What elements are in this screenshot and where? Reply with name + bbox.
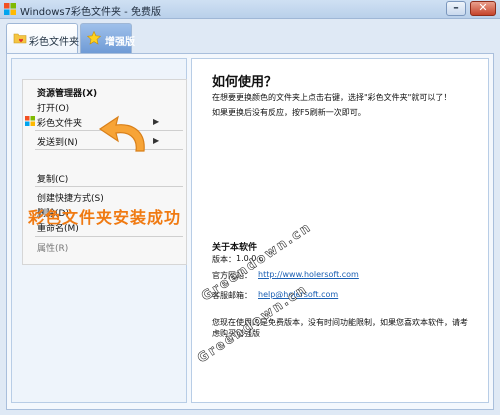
curved-arrow-icon: [98, 115, 145, 152]
menu-item-explorer: 资源管理器(X): [37, 89, 98, 99]
menu-item-properties: 属性(R): [37, 244, 69, 254]
menu-item-create-shortcut: 创建快捷方式(S): [37, 194, 104, 204]
version-label: 版本：: [212, 255, 236, 264]
tab-label: 彩色文件夹: [29, 37, 79, 48]
minimize-icon: –: [453, 1, 459, 14]
context-menu-demo: 资源管理器(X) 打开(O) 彩色文件夹 ▶ 发送到(N) ▶ 复制(C) 创建…: [22, 79, 187, 265]
success-banner: 彩色文件夹安装成功: [28, 208, 182, 227]
menu-separator: [35, 186, 183, 187]
title-bar: Windows7彩色文件夹 - 免费版 – ✕: [0, 0, 500, 19]
minimize-button[interactable]: –: [446, 1, 466, 16]
main-content: 资源管理器(X) 打开(O) 彩色文件夹 ▶ 发送到(N) ▶ 复制(C) 创建…: [6, 53, 494, 410]
tab-colorful-folder[interactable]: 彩色文件夹: [6, 23, 79, 54]
star-icon: [87, 31, 101, 45]
tab-enhanced[interactable]: 增强版: [80, 23, 135, 53]
menu-item-send-to: 发送到(N): [37, 138, 78, 148]
close-button[interactable]: ✕: [470, 1, 496, 16]
howto-instruction: 在想要更换颜色的文件夹上点击右键，选择"彩色文件夹"就可以了！: [212, 93, 452, 102]
app-icon: [4, 3, 16, 15]
menu-item-copy: 复制(C): [37, 175, 69, 185]
demo-panel: 资源管理器(X) 打开(O) 彩色文件夹 ▶ 发送到(N) ▶ 复制(C) 创建…: [11, 58, 187, 403]
window-title: Windows7彩色文件夹 - 免费版: [20, 7, 161, 18]
menu-separator: [35, 236, 183, 237]
close-icon: ✕: [478, 1, 488, 14]
about-title: 关于本软件: [212, 243, 258, 253]
howto-title: 如何使用？: [212, 75, 278, 90]
howto-refresh-tip: 如果更换后没有反应，按F5刷新一次即可。: [212, 108, 366, 117]
website-link[interactable]: http://www.holersoft.com: [258, 270, 359, 279]
menu-item-open: 打开(O): [37, 104, 70, 114]
folder-heart-icon: [13, 33, 27, 44]
tab-bar: 彩色文件夹 增强版: [0, 19, 500, 54]
info-panel: 如何使用？ 在想要更换颜色的文件夹上点击右键，选择"彩色文件夹"就可以了！ 如果…: [191, 58, 489, 403]
menu-item-colorful-folder: 彩色文件夹: [37, 119, 83, 129]
tab-label: 增强版: [105, 37, 135, 48]
colorful-folder-icon: [25, 116, 35, 126]
